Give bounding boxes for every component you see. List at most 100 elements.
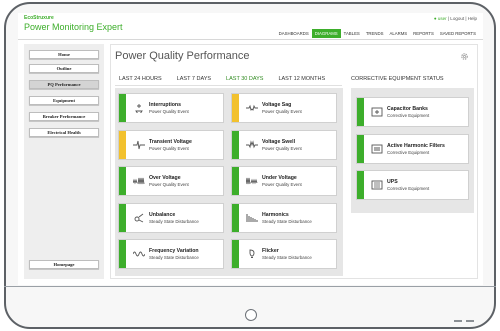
equipment-panel: Capacitor Banks Corrective Equipment Activ… <box>351 88 474 213</box>
harmonics-icon <box>246 213 258 222</box>
sidebar-item-electrical-health[interactable]: Electrical Health <box>29 128 99 137</box>
event-card-under-voltage[interactable]: Under Voltage Power Quality Event <box>231 166 337 196</box>
sidebar-item-homepage[interactable]: Homepage <box>29 260 99 269</box>
card-subtitle: Power Quality Event <box>262 109 302 114</box>
card-text: Active Harmonic Filters Corrective Equipm… <box>387 143 445 155</box>
event-card-voltage-sag[interactable]: Voltage Sag Power Quality Event <box>231 93 337 123</box>
equipment-card-active-harmonic-filters[interactable]: Active Harmonic Filters Corrective Equipm… <box>356 133 469 164</box>
filter-icon <box>371 144 383 153</box>
card-subtitle: Corrective Equipment <box>387 113 430 118</box>
event-card-frequency-variation[interactable]: Frequency Variation Steady State Disturba… <box>118 239 224 269</box>
user-name[interactable]: ● user <box>434 16 447 21</box>
card-title: Frequency Variation <box>149 248 199 254</box>
dash-icon <box>454 320 462 322</box>
header-divider <box>18 39 483 40</box>
interruption-icon <box>135 104 143 113</box>
card-title: Over Voltage <box>149 175 181 181</box>
card-text: Capacitor Banks Corrective Equipment <box>387 106 429 118</box>
card-text: Harmonics Steady State Disturbance <box>262 212 312 224</box>
equipment-card-capacitor-banks[interactable]: Capacitor Banks Corrective Equipment <box>356 97 469 127</box>
event-card-unbalance[interactable]: Unbalance Steady State Disturbance <box>118 202 224 233</box>
nav-saved-reports[interactable]: SAVED REPORTS <box>437 29 479 38</box>
dash-icon <box>466 320 474 322</box>
main-nav: DASHBOARDS DIAGRAMS TABLES TRENDS ALARMS REPO… <box>276 29 479 38</box>
under-voltage-icon <box>246 177 258 185</box>
gear-icon[interactable] <box>460 52 469 61</box>
status-bar <box>119 240 126 268</box>
transient-icon <box>133 140 145 149</box>
logout-help-links[interactable]: | Logout | Help <box>448 16 477 21</box>
card-title: Flicker <box>262 248 279 254</box>
status-bar <box>357 134 364 163</box>
card-title: UPS <box>387 179 398 185</box>
card-title: Voltage Swell <box>262 138 296 145</box>
card-text: Interruptions Power Quality Event <box>149 102 189 114</box>
status-bar <box>119 94 126 122</box>
voltage-swell-icon <box>246 139 258 148</box>
status-bar <box>232 130 239 159</box>
card-title: Under Voltage <box>262 175 297 181</box>
card-text: Over Voltage Power Quality Event <box>149 175 189 187</box>
home-button[interactable] <box>245 309 257 321</box>
capacitor-icon <box>371 107 383 117</box>
voltage-sag-icon <box>246 104 258 111</box>
nav-trends[interactable]: TRENDS <box>363 29 387 38</box>
card-subtitle: Corrective Equipment <box>387 149 430 155</box>
card-subtitle: Steady State Disturbance <box>262 255 312 260</box>
card-text: Unbalance Steady State Disturbance <box>149 212 199 224</box>
nav-diagrams[interactable]: DIAGRAMS <box>311 29 341 38</box>
corrective-equipment-title: CORRECTIVE EQUIPMENT STATUS <box>351 76 444 82</box>
event-card-transient-voltage[interactable]: Transient Voltage Power Quality Event <box>118 129 224 160</box>
card-title: Voltage Sag <box>262 102 292 108</box>
card-title: Harmonics <box>262 211 289 218</box>
screen: EcoStruxure Power Monitoring Expert ● us… <box>18 13 483 285</box>
top-links: ● user | Logout | Help <box>434 16 477 21</box>
sidebar-item-outline[interactable]: Outline <box>29 64 99 73</box>
events-panel: Interruptions Power Quality Event Voltage … <box>115 88 343 276</box>
event-card-interruptions[interactable]: Interruptions Power Quality Event <box>118 93 224 123</box>
nav-dashboards[interactable]: DASHBOARDS <box>276 29 312 38</box>
status-bar <box>119 167 126 195</box>
page-title: Power Quality Performance <box>115 50 250 62</box>
card-title: Capacitor Banks <box>387 106 428 112</box>
ups-icon <box>371 180 383 190</box>
event-card-voltage-swell[interactable]: Voltage Swell Power Quality Event <box>231 129 337 160</box>
status-bar <box>119 130 126 159</box>
card-subtitle: Steady State Disturbance <box>262 218 312 224</box>
nav-tables[interactable]: TABLES <box>341 29 363 38</box>
tabs-divider <box>115 85 342 86</box>
nav-alarms[interactable]: ALARMS <box>386 29 410 38</box>
sidebar-item-home[interactable]: Home <box>29 50 99 59</box>
card-subtitle: Steady State Disturbance <box>149 218 199 224</box>
status-bar <box>232 203 239 232</box>
card-text: UPS Corrective Equipment <box>387 179 429 191</box>
sidebar-item-pq-performance[interactable]: PQ Performance <box>29 80 99 89</box>
tablet-bezel-line <box>4 286 496 287</box>
card-title: Transient Voltage <box>149 138 192 145</box>
card-text: Voltage Sag Power Quality Event <box>262 102 302 114</box>
status-bar <box>232 94 239 122</box>
status-bar <box>357 171 364 199</box>
event-card-over-voltage[interactable]: Over Voltage Power Quality Event <box>118 166 224 196</box>
card-subtitle: Steady State Disturbance <box>149 255 199 260</box>
flicker-icon <box>249 249 255 258</box>
sidebar: Homepage Home Outline PQ Performance Equipm… <box>24 44 104 279</box>
event-card-flicker[interactable]: Flicker Steady State Disturbance <box>231 239 337 269</box>
card-subtitle: Power Quality Event <box>262 145 302 151</box>
card-subtitle: Power Quality Event <box>262 182 302 187</box>
status-bar <box>357 98 364 126</box>
card-title: Active Harmonic Filters <box>387 142 445 149</box>
status-bar <box>119 203 126 232</box>
nav-reports[interactable]: REPORTS <box>410 29 437 38</box>
sidebar-item-breaker-performance[interactable]: Breaker Performance <box>29 112 99 121</box>
app-title: Power Monitoring Expert <box>24 22 123 32</box>
card-subtitle: Corrective Equipment <box>387 186 430 191</box>
card-title: Interruptions <box>149 102 181 108</box>
brand-small: EcoStruxure <box>24 15 54 21</box>
equipment-card-ups[interactable]: UPS Corrective Equipment <box>356 170 469 200</box>
main-panel: Power Quality Performance LAST 24 HOURS L… <box>110 44 478 279</box>
frequency-icon <box>133 251 145 257</box>
event-card-harmonics[interactable]: Harmonics Steady State Disturbance <box>231 202 337 233</box>
sidebar-item-equipment[interactable]: Equipment <box>29 96 99 105</box>
card-text: Flicker Steady State Disturbance <box>262 248 312 260</box>
